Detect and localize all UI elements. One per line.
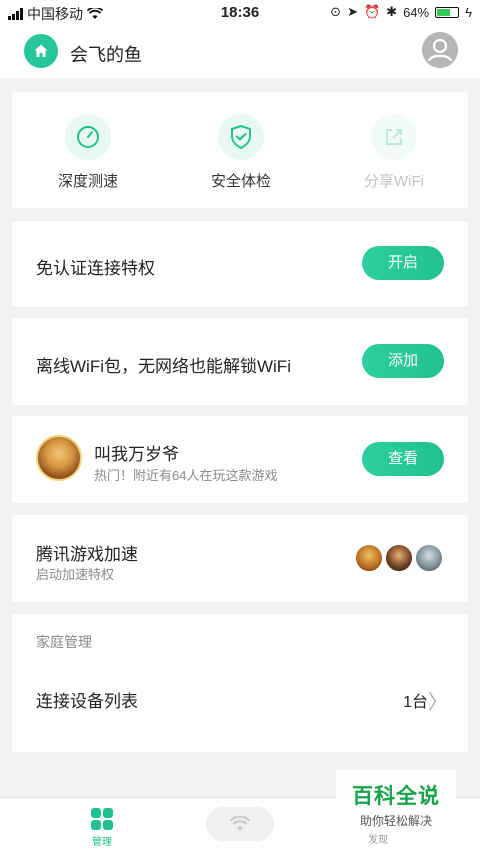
- battery-percent: 64%: [403, 4, 430, 20]
- family-section-label: 家庭管理: [36, 634, 92, 650]
- game-title: 叫我万岁爷: [94, 445, 179, 464]
- enable-button[interactable]: 开启: [362, 246, 444, 280]
- share-wifi-tool[interactable]: 分享WiFi: [334, 114, 454, 191]
- watermark-subtitle: 助你轻松解决: [359, 814, 432, 828]
- battery-icon: [435, 6, 460, 18]
- charging-icon: ϟ: [465, 4, 472, 20]
- watermark: 百科全说 助你轻松解决: [336, 770, 456, 828]
- share-icon: [371, 114, 417, 160]
- chevron-right-icon[interactable]: 〉: [428, 686, 448, 715]
- user-avatar-button[interactable]: [422, 32, 458, 68]
- quick-tools-card: 深度测速 安全体检 分享WiFi: [12, 92, 468, 208]
- device-count: 1台: [403, 694, 428, 711]
- page-title: 会飞的鱼: [70, 45, 142, 65]
- home-button[interactable]: [24, 34, 58, 68]
- speedometer-icon: [65, 114, 111, 160]
- hero-avatar-1: [354, 543, 384, 573]
- speed-test-label: 深度测速: [57, 173, 118, 190]
- security-check-label: 安全体检: [210, 173, 271, 190]
- game-accel-title: 腾讯游戏加速: [36, 545, 138, 564]
- free-auth-card: 免认证连接特权 开启: [12, 221, 468, 307]
- status-right: ⊙ ➤ ⏰ ✱ 64% ϟ: [330, 4, 472, 20]
- hero-avatar-3: [414, 543, 444, 573]
- tab-wifi[interactable]: [206, 807, 274, 841]
- tab-discover-label: 发现: [368, 835, 388, 846]
- game-avatar: [36, 435, 82, 481]
- game-subtitle: 热门！附近有64人在玩这款游戏: [94, 468, 278, 483]
- wifi-icon: [229, 816, 251, 831]
- game-card: 叫我万岁爷 热门！附近有64人在玩这款游戏 查看: [12, 416, 468, 503]
- share-wifi-label: 分享WiFi: [364, 173, 424, 190]
- speed-test-tool[interactable]: 深度测速: [28, 114, 148, 191]
- home-icon: [34, 44, 48, 57]
- family-management-card: 家庭管理 连接设备列表 1台 〉: [12, 614, 468, 752]
- game-accel-subtitle: 启动加速特权: [36, 567, 115, 582]
- security-check-tool[interactable]: 安全体检: [181, 114, 301, 191]
- status-bar: 中国移动 18:36 ⊙ ➤ ⏰ ✱ 64% ϟ: [0, 0, 480, 26]
- game-accel-card[interactable]: 腾讯游戏加速 启动加速特权: [12, 515, 468, 602]
- hero-avatar-2: [384, 543, 414, 573]
- tab-manage[interactable]: 管理: [72, 808, 132, 848]
- free-auth-title: 免认证连接特权: [36, 259, 155, 278]
- tab-manage-label: 管理: [92, 837, 112, 848]
- offline-wifi-card: 离线WiFi包，无网络也能解锁WiFi 添加: [12, 318, 468, 405]
- grid-icon: [91, 808, 113, 830]
- rotation-lock-icon: ⊙: [330, 4, 342, 19]
- offline-wifi-title: 离线WiFi包，无网络也能解锁WiFi: [36, 357, 291, 376]
- view-button[interactable]: 查看: [362, 442, 444, 476]
- add-button[interactable]: 添加: [362, 344, 444, 378]
- device-list-title[interactable]: 连接设备列表: [36, 687, 138, 712]
- watermark-title: 百科全说: [352, 785, 440, 808]
- alarm-icon: ⏰: [363, 4, 381, 19]
- location-icon: ➤: [347, 4, 358, 19]
- user-icon: [427, 38, 453, 62]
- app-header: 会飞的鱼: [0, 26, 480, 78]
- shield-check-icon: [218, 114, 264, 160]
- bluetooth-icon: ✱: [386, 4, 398, 19]
